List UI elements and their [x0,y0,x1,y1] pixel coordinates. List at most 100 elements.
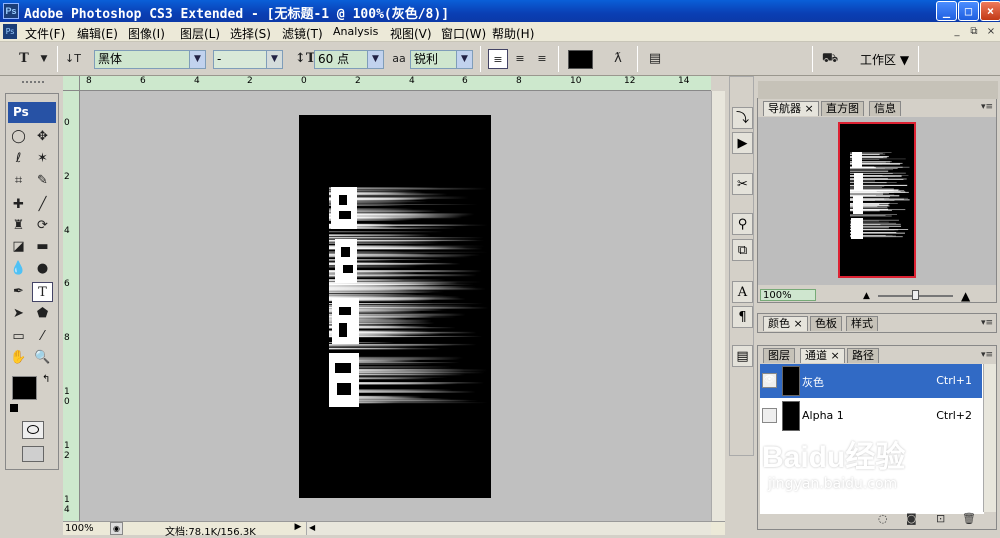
type-tool-icon[interactable]: T [32,282,53,302]
ps-menu-icon[interactable]: Ps [3,24,17,39]
doc-minimize-button[interactable]: _ [950,25,964,38]
maximize-button[interactable]: □ [958,1,979,21]
doc-close-button[interactable]: × [984,25,998,38]
toolbox-grip[interactable] [22,81,44,89]
eraser-tool-icon[interactable]: ◪ [8,237,29,257]
channel-row[interactable]: 👁 灰色 Ctrl+1 [760,364,982,398]
doc-restore-button[interactable]: ⧉ [967,25,981,38]
menu-edit[interactable]: 编辑(E) [77,25,118,42]
paragraph-panel-icon[interactable]: ¶ [732,306,753,328]
status-menu-arrow-icon[interactable]: ▶ [292,522,304,535]
notes-tool-icon[interactable]: ▭ [8,327,29,347]
history-panel-icon[interactable]: ⤵ [732,107,753,129]
ruler-origin[interactable] [63,76,80,91]
foreground-color[interactable] [12,376,37,400]
eye-icon[interactable]: 👁 [762,373,777,388]
zoom-out-icon[interactable]: ▲ [863,291,870,301]
menu-analysis[interactable]: Analysis [333,25,378,38]
layer-comps-icon[interactable]: ▤ [732,345,753,367]
warp-text-icon[interactable]: ƛ [608,49,628,69]
navigator-zoom-field[interactable]: 100% [760,289,816,301]
load-selection-icon[interactable]: ◌ [878,512,888,525]
text-color-swatch[interactable] [568,50,593,69]
menu-select[interactable]: 选择(S) [230,25,271,42]
clone-stamp-icon[interactable]: ♜ [8,216,29,236]
document-canvas[interactable] [299,115,491,498]
antialias-select[interactable]: 锐利 ▼ [410,50,473,69]
tool-presets-icon[interactable]: ✂ [732,173,753,195]
character-panel-icon[interactable]: ▤ [645,49,665,69]
tab-swatches[interactable]: 色板 [810,316,842,331]
zoom-in-icon[interactable]: ▲ [961,289,970,303]
path-selection-icon[interactable]: ➤ [8,304,29,324]
lasso-tool-icon[interactable]: ℓ [8,149,29,169]
menu-view[interactable]: 视图(V) [390,25,432,42]
quick-mask-icon[interactable] [22,421,44,439]
tab-channels[interactable]: 通道 × [800,348,845,363]
type-tool-preset-icon[interactable]: T [14,49,34,69]
tab-color[interactable]: 颜色 × [763,316,808,331]
vertical-scrollbar[interactable] [711,91,725,521]
dodge-tool-icon[interactable]: ● [32,259,53,279]
tab-info[interactable]: 信息 [869,101,901,116]
menu-layer[interactable]: 图层(L) [180,25,220,42]
zoom-readout[interactable]: 100% [65,523,94,534]
trash-icon[interactable]: 🗑 [962,512,976,525]
clone-source-icon[interactable]: ⧉ [732,239,753,261]
default-colors-icon[interactable] [10,404,18,412]
align-left-icon[interactable]: ≡ [488,49,508,69]
bridge-icon[interactable]: ⛟ [820,49,840,69]
status-options-icon[interactable]: ◉ [110,522,123,535]
font-family-select[interactable]: 黑体 ▼ [94,50,206,69]
screen-mode-icon[interactable] [22,446,44,462]
character-panel-icon[interactable]: A [732,281,753,303]
panel-menu-icon[interactable]: ▾≡ [980,317,994,329]
tab-histogram[interactable]: 直方图 [821,101,864,116]
font-style-select[interactable]: - ▼ [213,50,283,69]
align-center-icon[interactable]: ≡ [510,49,530,69]
ruler-vertical[interactable]: 0 2 4 6 8 1 0 1 2 1 4 [63,91,80,521]
ruler-horizontal[interactable]: 8 6 4 2 0 2 4 6 8 10 12 14 [80,76,711,91]
scroll-left-icon[interactable]: ◀ [307,523,315,532]
horizontal-scrollbar[interactable]: ◀ [306,522,711,535]
save-selection-icon[interactable]: ◙ [906,512,917,525]
preset-dropdown-arrow-icon[interactable]: ▼ [34,49,54,69]
hand-tool-icon[interactable]: ✋ [8,348,29,368]
zoom-tool-icon[interactable]: 🔍 [32,348,53,368]
healing-brush-icon[interactable]: ✚ [8,195,29,215]
close-button[interactable]: × [980,1,1000,21]
blur-tool-icon[interactable]: 💧 [8,259,29,279]
text-orientation-icon[interactable]: ↓T [63,49,83,69]
gradient-tool-icon[interactable]: ▬ [32,237,53,257]
new-channel-icon[interactable]: ⊡ [936,512,945,525]
panel-menu-icon[interactable]: ▾≡ [980,101,994,113]
tab-navigator[interactable]: 导航器 × [763,101,819,116]
tab-paths[interactable]: 路径 [847,348,879,363]
minimize-button[interactable]: _ [936,1,957,21]
move-tool-icon[interactable]: ✥ [32,127,53,147]
menu-filter[interactable]: 滤镜(T) [282,25,323,42]
tab-styles[interactable]: 样式 [846,316,878,331]
pen-tool-icon[interactable]: ✒ [8,282,29,302]
magic-wand-icon[interactable]: ✶ [32,149,53,169]
align-right-icon[interactable]: ≡ [532,49,552,69]
tab-layers[interactable]: 图层 [763,348,795,363]
font-size-select[interactable]: 60 点 ▼ [314,50,384,69]
brushes-panel-icon[interactable]: ⚲ [732,213,753,235]
zoom-slider-thumb[interactable] [912,290,919,300]
eyedropper-icon[interactable]: ⁄ [32,327,53,347]
slice-tool-icon[interactable]: ✎ [32,171,53,191]
workspace-menu[interactable]: 工作区 ▼ [860,51,909,68]
shape-tool-icon[interactable]: ⬟ [32,304,53,324]
history-brush-icon[interactable]: ⟳ [32,216,53,236]
panel-menu-icon[interactable]: ▾≡ [980,349,994,361]
menu-image[interactable]: 图像(I) [128,25,165,42]
marquee-tool-icon[interactable]: ◯ [8,127,29,147]
crop-tool-icon[interactable]: ⌗ [8,171,29,191]
brush-tool-icon[interactable]: ╱ [32,195,53,215]
eye-icon[interactable]: · [762,408,777,423]
menu-window[interactable]: 窗口(W) [441,25,486,42]
channel-scrollbar[interactable] [983,364,996,512]
actions-panel-icon[interactable]: ▶ [732,132,753,154]
menu-file[interactable]: 文件(F) [25,25,65,42]
